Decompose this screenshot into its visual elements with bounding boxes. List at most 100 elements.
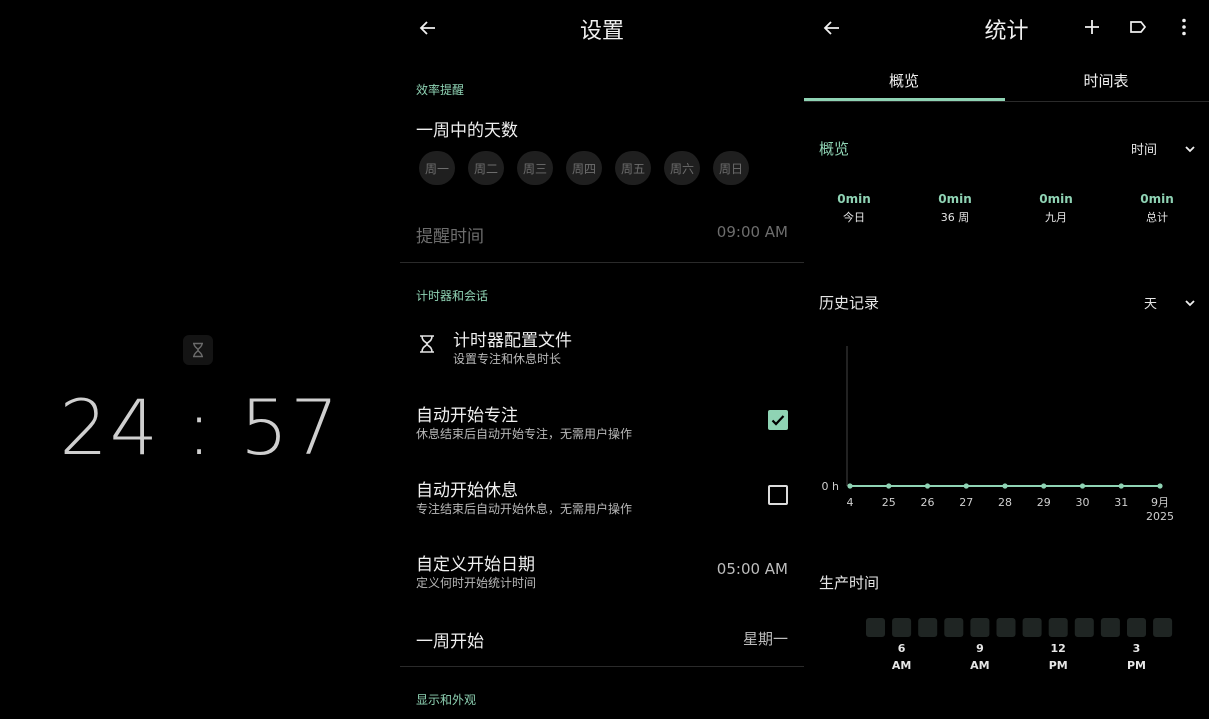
add-button[interactable]	[1081, 14, 1103, 40]
data-point	[1118, 483, 1124, 489]
heatmap-cell	[1048, 618, 1068, 637]
x-tick-label: 26	[921, 496, 935, 509]
heatmap-cell	[866, 618, 885, 637]
section-header-display: 显示和外观	[416, 693, 477, 707]
label-icon	[1130, 21, 1147, 33]
day-chip-fri[interactable]: 周五	[615, 151, 651, 185]
x-tick-label: 9月	[1151, 496, 1169, 509]
day-chip-tue[interactable]: 周二	[468, 151, 504, 185]
chevron-down-icon	[1185, 299, 1195, 306]
history-dropdown[interactable]: 天	[1144, 293, 1197, 312]
custom-day-start-title[interactable]: 自定义开始日期	[416, 550, 535, 575]
check-icon	[771, 415, 785, 426]
heatmap-tick-label: 9	[976, 642, 984, 655]
day-chip-mon[interactable]: 周一	[419, 151, 455, 185]
overview-dropdown-label: 时间	[1130, 143, 1157, 158]
x-tick-label: 25	[882, 496, 896, 509]
chevron-down-icon	[1185, 145, 1195, 152]
divider	[400, 666, 804, 667]
reminder-time-value: 09:00 AM	[716, 223, 788, 241]
stats-tabs: 概览 时间表	[804, 60, 1209, 102]
summary-label: 36 周	[940, 211, 970, 224]
summary-total: 0min 总计	[1112, 192, 1202, 225]
summary-value: 0min	[837, 192, 871, 206]
productive-time-heatmap: 6 AM 9 AM 12 PM 3 PM	[866, 618, 1173, 672]
heatmap-tick-label: PM	[1049, 659, 1068, 672]
heatmap-cell	[1153, 618, 1173, 637]
heatmap-cell	[996, 618, 1016, 637]
heatmap-tick-label: AM	[892, 659, 911, 672]
tab-indicator	[804, 98, 1005, 101]
day-chip-wed[interactable]: 周三	[517, 151, 553, 185]
tab-overview[interactable]: 概览	[804, 70, 1004, 91]
x-tick-label: 28	[998, 496, 1012, 509]
overview-dropdown[interactable]: 时间	[1131, 139, 1197, 158]
settings-top-bar: 设置	[400, 0, 804, 56]
label-button[interactable]	[1127, 14, 1149, 40]
summary-label: 九月	[1045, 211, 1067, 224]
timer-display[interactable]: 24 : 57	[0, 383, 400, 472]
heatmap-cell	[944, 618, 964, 637]
week-start-title[interactable]: 一周开始	[416, 627, 484, 652]
hourglass-icon[interactable]	[183, 335, 213, 365]
heatmap-tick-label: 3	[1133, 642, 1141, 655]
auto-start-focus-title[interactable]: 自动开始专注	[416, 401, 518, 426]
top-actions	[1081, 14, 1195, 40]
summary-label: 今日	[843, 211, 865, 224]
summary-value: 0min	[938, 192, 972, 206]
summary-month: 0min 九月	[1011, 192, 1101, 225]
summary-week: 0min 36 周	[910, 192, 1000, 225]
x-tick-label: 30	[1076, 496, 1090, 509]
stats-top-bar: 统计	[804, 0, 1209, 56]
page-title: 设置	[579, 19, 624, 44]
settings-panel: 设置 效率提醒 一周中的天数 周一 周二 周三 周四 周五 周六 周日 提醒时间…	[400, 0, 804, 719]
days-of-week-title: 一周中的天数	[416, 121, 518, 141]
days-of-week-chips: 周一 周二 周三 周四 周五 周六 周日	[419, 151, 749, 185]
timer-panel: 24 : 57	[0, 0, 400, 719]
productive-time-title: 生产时间	[819, 574, 880, 592]
section-header-timer: 计时器和会话	[416, 289, 489, 303]
timer-profile-title[interactable]: 计时器配置文件	[453, 326, 572, 351]
heatmap-tick-label: 6	[898, 642, 906, 655]
heatmap-cell	[1074, 618, 1094, 637]
plus-icon	[1085, 20, 1099, 34]
auto-start-break-checkbox[interactable]	[768, 485, 788, 505]
auto-start-focus-checkbox[interactable]	[768, 410, 788, 430]
data-point	[847, 483, 853, 489]
data-point	[924, 483, 931, 489]
heatmap-cell	[1127, 618, 1146, 637]
data-point	[1041, 483, 1047, 489]
history-title: 历史记录	[819, 294, 880, 312]
auto-start-break-subtitle: 专注结束后自动开始休息，无需用户操作	[416, 502, 633, 516]
heatmap-cell	[892, 618, 912, 637]
summary-label: 总计	[1146, 211, 1168, 224]
more-vert-icon	[1182, 18, 1186, 36]
day-chip-thu[interactable]: 周四	[566, 151, 602, 185]
summary-today: 0min 今日	[809, 192, 899, 225]
more-button[interactable]	[1173, 14, 1195, 40]
custom-day-start-subtitle: 定义何时开始统计时间	[416, 576, 537, 590]
heatmap-cell	[1100, 618, 1120, 637]
x-tick-label: 29	[1037, 496, 1051, 509]
x-tick-label: 31	[1114, 496, 1128, 509]
data-point	[886, 483, 892, 489]
hourglass-icon	[420, 335, 434, 353]
day-chip-sun[interactable]: 周日	[713, 151, 749, 185]
heatmap-cell	[1022, 618, 1042, 637]
data-point	[1002, 483, 1008, 489]
history-chart: 0 h 4 25 26 27 28 29 30 31 9月2025	[822, 346, 1174, 523]
x-tick-label: 4	[847, 496, 854, 509]
custom-day-start-value: 05:00 AM	[716, 560, 788, 578]
section-header-reminder: 效率提醒	[416, 83, 465, 97]
overview-title: 概览	[819, 140, 850, 158]
day-chip-sat[interactable]: 周六	[664, 151, 700, 185]
reminder-time-label[interactable]: 提醒时间	[416, 222, 484, 247]
auto-start-focus-subtitle: 休息结束后自动开始专注，无需用户操作	[416, 427, 633, 441]
stats-panel: 统计 概览 时间表 概览 时间 0min 今日 0min 36 周 0min 九…	[804, 0, 1209, 719]
data-point	[1157, 483, 1163, 489]
auto-start-break-title[interactable]: 自动开始休息	[416, 476, 518, 501]
tab-timeline[interactable]: 时间表	[1006, 70, 1206, 91]
summary-value: 0min	[1140, 192, 1174, 206]
heatmap-cell	[970, 618, 990, 637]
week-start-value: 星期一	[742, 630, 788, 648]
